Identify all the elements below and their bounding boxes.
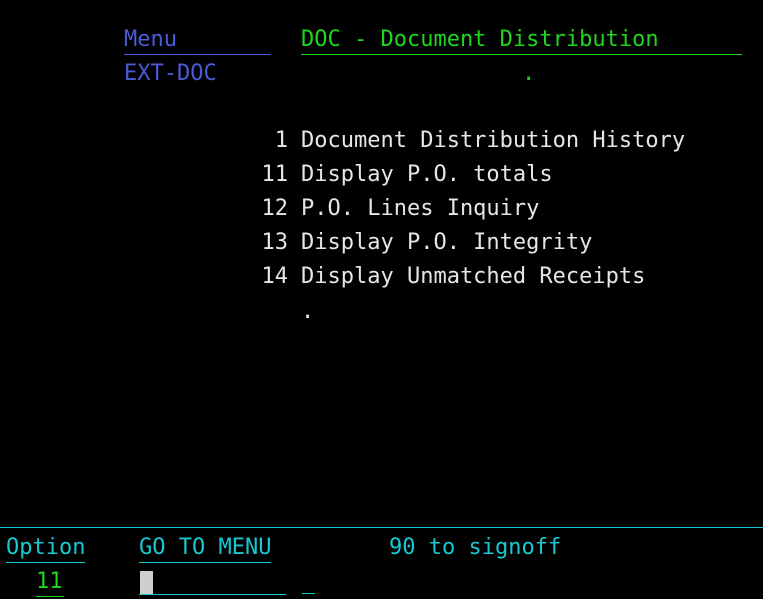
menu-option-label: Display P.O. Integrity <box>301 230 593 255</box>
menu-label: Menu <box>124 26 271 55</box>
header-dot: . <box>522 61 536 86</box>
list-end-dot: . <box>301 299 315 324</box>
menu-id: EXT-DOC <box>124 61 217 86</box>
menu-option-14[interactable]: 14 Display Unmatched Receipts <box>250 263 646 297</box>
menu-option-1[interactable]: 1 Document Distribution History <box>250 127 685 161</box>
menu-option-13[interactable]: 13 Display P.O. Integrity <box>250 229 593 263</box>
menu-option-number: 14 <box>261 264 289 289</box>
menu-option-number: 12 <box>261 196 289 221</box>
menu-option-12[interactable]: 12 P.O. Lines Inquiry <box>250 195 540 229</box>
menu-option-label: Display P.O. totals <box>301 162 553 187</box>
goto-menu-label: GO TO MENU <box>139 534 272 563</box>
footer-divider <box>0 527 763 528</box>
menu-option-number: 1 <box>274 128 288 153</box>
command-input[interactable] <box>139 568 286 595</box>
menu-option-11[interactable]: 11 Display P.O. totals <box>250 161 553 195</box>
menu-option-label: Document Distribution History <box>301 128 686 153</box>
option-label: Option <box>6 534 86 563</box>
menu-option-number: 11 <box>261 162 289 187</box>
menu-title: DOC - Document Distribution <box>301 26 742 55</box>
text-cursor <box>140 571 153 594</box>
trailing-field-marker[interactable] <box>302 593 315 594</box>
option-field[interactable]: 11 <box>36 568 64 597</box>
menu-option-number: 13 <box>261 230 289 255</box>
menu-option-label: P.O. Lines Inquiry <box>301 196 540 221</box>
signoff-hint: 90 to signoff <box>389 535 562 560</box>
menu-option-label: Display Unmatched Receipts <box>301 264 646 289</box>
